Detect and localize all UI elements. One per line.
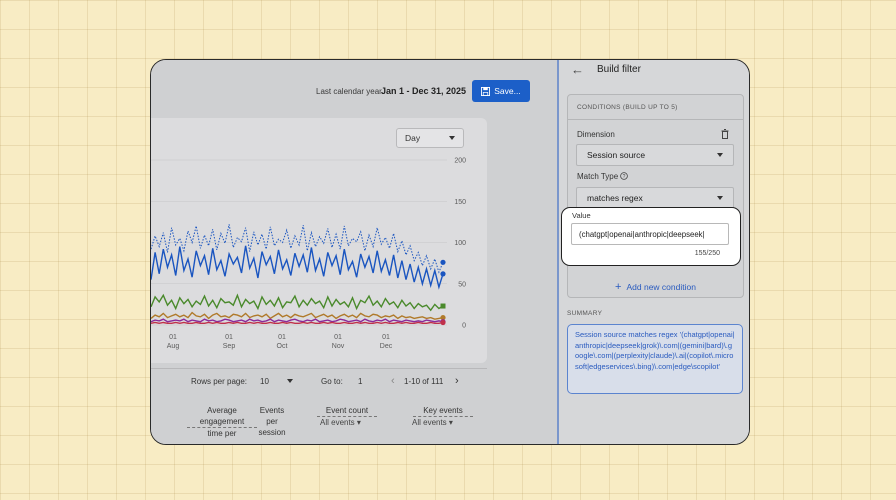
save-button[interactable]: Save... [472,80,530,102]
series-line-3 [151,311,444,320]
y-tick-label: 150 [454,199,466,206]
series-line-1 [151,245,444,290]
divider [568,119,743,120]
chevron-down-icon[interactable] [287,379,293,383]
x-tick-label: 01 [169,334,177,341]
chevron-left-icon[interactable]: ‹ [391,375,395,387]
x-tick-label: Dec [380,343,393,350]
rows-per-page-select[interactable]: 10 [260,377,269,386]
event-count-filter[interactable]: All events ▾ [320,418,361,427]
y-tick-label: 0 [462,323,466,330]
filter-value: All events [320,418,355,427]
arrow-back-icon[interactable]: ← [571,62,584,77]
series-line-0 [151,224,444,274]
x-tick-label: Oct [277,343,288,350]
x-tick-label: 01 [278,334,286,341]
goto-input[interactable]: 1 [358,377,362,386]
date-range-label: Last calendar year [316,87,382,96]
x-tick-label: 01 [382,334,390,341]
help-circle-icon[interactable]: ? [620,172,629,180]
add-condition-label: Add new condition [626,282,696,292]
match-type-label: Match Type ? [577,172,629,181]
x-tick-label: Aug [167,343,180,350]
y-tick-label: 50 [458,281,466,288]
col-header-line: session [258,428,286,437]
value-label: Value [572,211,591,220]
series-end-marker-0 [440,259,446,265]
col-header-line: per [266,417,278,426]
dimension-value: Session source [587,150,646,160]
date-range-picker[interactable]: Jan 1 - Dec 31, 2025 [381,86,466,96]
dimension-select[interactable]: Session source [576,144,734,166]
goto-label: Go to: [321,377,343,386]
granularity-value: Day [405,133,421,143]
col-event-count[interactable]: Event count [317,405,377,417]
chevron-down-icon [717,153,723,157]
panel-title: Build filter [597,64,641,75]
x-tick-label: Sep [223,343,236,350]
y-tick-label: 200 [454,158,466,165]
granularity-select[interactable]: Day [396,128,464,148]
line-chart: 0 50 100 150 200 01 Aug 01 Sep 01 Oct 01 Nov 01 Dec [151,158,466,350]
trash-icon[interactable] [721,129,729,139]
series-line-5 [151,321,444,325]
divider [151,368,487,369]
x-tick-label: 01 [225,334,233,341]
table-pager: Rows per page: 10 Go to: 1 ‹ 1-10 of 111… [151,374,487,392]
series-end-marker-1 [440,271,446,277]
col-events-per-session[interactable]: Events per session [246,405,298,438]
y-tick-label: 100 [454,240,466,247]
series-end-marker-2 [440,303,446,309]
add-condition-button[interactable]: + Add new condition [568,281,743,293]
save-label: Save... [494,86,521,96]
col-header-line: Key events [413,405,473,417]
filter-value: All events [412,418,447,427]
report-area: Last calendar year Jan 1 - Dec 31, 2025 … [151,60,557,444]
col-key-events[interactable]: Key events [413,405,473,417]
col-header-line: Event count [317,405,377,417]
char-counter: 155/250 [694,250,720,257]
dimension-label: Dimension [577,130,615,139]
match-type-text: Match Type [577,172,619,181]
chevron-down-icon [449,136,455,140]
save-icon [481,86,491,96]
chevron-right-icon[interactable]: › [455,375,459,387]
col-header-line: Events [259,406,285,415]
match-type-select[interactable]: matches regex [576,187,734,209]
chevron-down-icon [717,196,723,200]
series-line-2 [151,293,444,312]
series-line-4 [151,318,444,323]
summary-label: SUMMARY [567,310,603,317]
filter-summary: Session source matches regex '(chatgpt|o… [567,324,743,394]
value-field-popup: Value (chatgpt|openai|anthropic|deepseek… [561,207,741,266]
series-end-marker-5 [440,319,446,326]
key-events-filter[interactable]: All events ▾ [412,418,453,427]
x-tick-label: 01 [334,334,342,341]
x-tick-label: Nov [332,343,345,350]
conditions-header: CONDITIONS (BUILD UP TO 5) [577,104,678,111]
plus-icon: + [615,281,622,293]
value-input[interactable]: (chatgpt|openai|anthropic|deepseek| [571,223,729,245]
rows-per-page-label: Rows per page: [191,377,248,386]
svg-text:?: ? [623,174,626,180]
match-type-value: matches regex [587,193,643,203]
conditions-box: CONDITIONS (BUILD UP TO 5) Dimension Ses… [567,94,744,298]
pager-range: 1-10 of 111 [404,377,444,386]
